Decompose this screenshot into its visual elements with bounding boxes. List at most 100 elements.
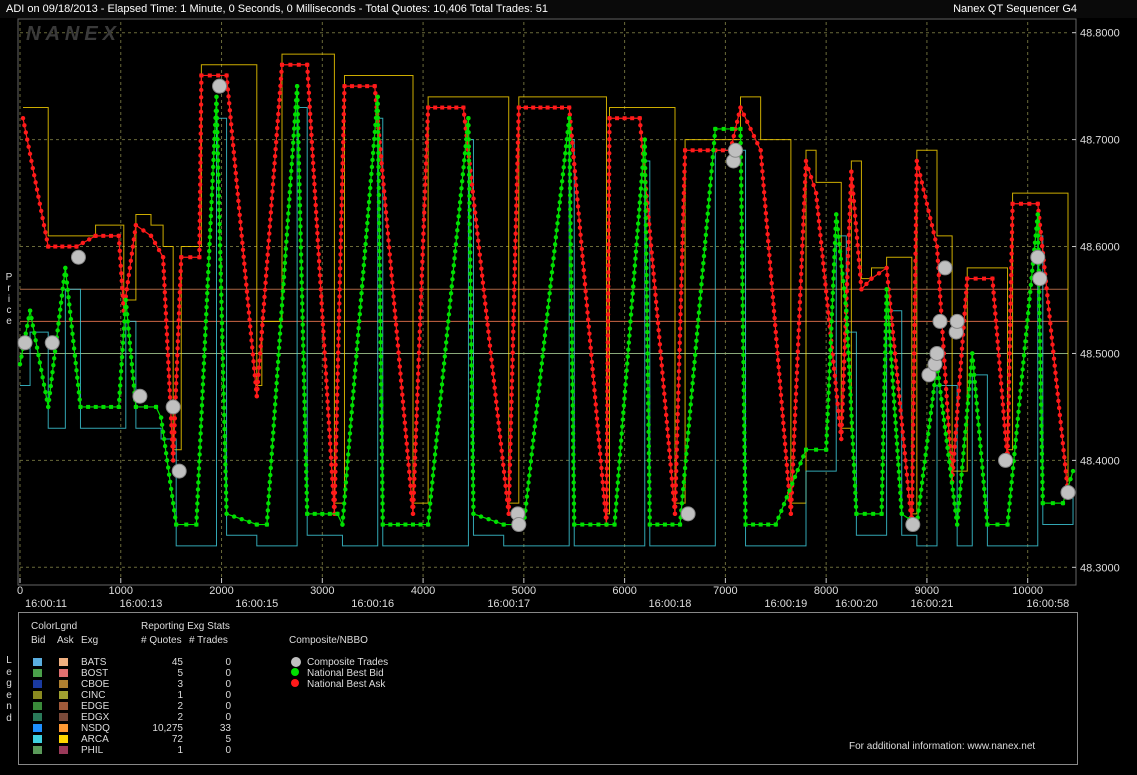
national-best-bid-marker [379,403,384,408]
national-best-bid-marker [740,296,745,301]
ask-swatch [59,735,68,743]
national-best-ask-marker [606,277,611,282]
national-best-ask-marker [424,147,429,152]
national-best-bid-marker [418,522,423,527]
ask-swatch [59,669,68,677]
national-best-ask-marker [174,360,180,365]
national-best-ask-marker [197,211,203,216]
national-best-ask-marker [1005,443,1011,449]
national-best-ask-marker [471,196,476,201]
national-best-ask-marker [584,303,590,308]
national-best-bid-marker [215,158,221,163]
national-best-bid-marker [78,404,83,409]
national-best-ask-marker [396,350,401,355]
national-best-ask-marker [816,218,822,224]
national-best-ask-marker [320,315,325,320]
national-best-bid-marker [631,284,636,289]
national-best-bid-marker [217,207,222,213]
national-best-ask-marker [592,395,598,400]
national-best-ask-marker [384,217,389,222]
national-best-ask-marker [607,116,612,121]
national-best-bid-marker [378,389,384,394]
national-best-ask-marker [575,204,581,209]
national-best-ask-marker [839,436,844,442]
national-best-ask-marker [982,276,987,281]
national-best-bid-marker [688,402,693,407]
national-best-ask-marker [674,440,680,445]
national-best-ask-marker [311,167,316,173]
national-best-ask-marker [509,399,514,404]
national-best-bid-marker [829,312,835,317]
national-best-ask-marker [319,294,324,299]
national-best-ask-marker [796,335,801,340]
national-best-ask-marker [197,255,202,260]
x-tick-label: 2000 [209,585,233,597]
national-best-bid-marker [642,151,648,157]
national-best-ask-marker [605,354,610,359]
national-best-bid-marker [1014,430,1019,436]
national-best-ask-marker [912,322,917,328]
national-best-ask-marker [731,133,736,139]
national-best-bid-marker [1017,402,1022,407]
national-best-ask-marker [962,311,967,316]
national-best-bid-marker [376,157,381,163]
national-best-bid-marker [1038,367,1043,372]
national-best-ask-marker [677,354,682,360]
national-best-ask-marker [814,197,819,203]
national-best-ask-marker [390,287,396,292]
national-best-bid-marker [174,522,179,527]
national-best-ask-marker [388,266,394,271]
national-best-ask-marker [605,291,611,296]
national-best-bid-marker [270,437,275,442]
national-best-ask-marker [599,465,604,471]
national-best-bid-marker [126,333,132,338]
national-best-ask-marker [996,353,1002,358]
national-best-ask-marker [43,230,48,235]
national-best-ask-marker [914,194,919,199]
national-best-ask-marker [778,392,784,398]
x-tick-label: 10000 [1012,585,1043,597]
national-best-bid-marker [350,403,355,408]
national-best-ask-marker [516,105,521,110]
national-best-ask-marker [935,251,940,256]
national-best-bid-marker [898,490,903,495]
national-best-ask-marker [894,365,899,370]
national-best-bid-marker [468,299,473,305]
national-best-ask-marker [675,411,680,417]
national-best-ask-marker [884,265,889,271]
national-best-bid-marker [1021,360,1026,365]
national-best-bid-marker [267,486,272,492]
national-best-bid-marker [643,244,649,249]
national-best-ask-marker [310,160,316,166]
national-best-bid-marker [945,445,950,451]
national-best-ask-marker [606,242,611,247]
national-best-bid-marker [1028,289,1033,295]
national-best-ask-marker [412,469,417,475]
national-best-bid-marker [569,347,575,352]
national-best-ask-marker [913,222,919,228]
national-best-bid-marker [795,467,800,473]
national-best-ask-marker [604,452,610,457]
national-best-bid-marker [850,434,855,439]
national-best-ask-marker [606,172,612,177]
national-best-ask-marker [595,423,600,428]
national-best-bid-marker [219,292,224,297]
national-best-bid-marker [299,280,304,285]
national-best-bid-marker [853,490,858,496]
national-best-bid-marker [633,249,639,254]
national-best-bid-marker [884,287,889,292]
national-best-bid-marker [1038,381,1043,386]
national-best-ask-marker [679,255,685,260]
national-best-ask-marker [511,322,516,327]
footer-link[interactable]: For additional information: www.nanex.ne… [849,741,1035,752]
national-best-bid-marker [706,204,711,209]
national-best-ask-marker [800,243,805,248]
national-best-bid-marker [968,372,973,378]
national-best-bid-marker [378,340,383,345]
national-best-ask-marker [391,294,396,299]
national-best-bid-marker [124,304,129,310]
national-best-ask-marker [262,294,267,300]
national-best-bid-marker [216,200,222,206]
national-best-ask-marker [658,356,664,361]
national-best-ask-marker [507,469,512,475]
